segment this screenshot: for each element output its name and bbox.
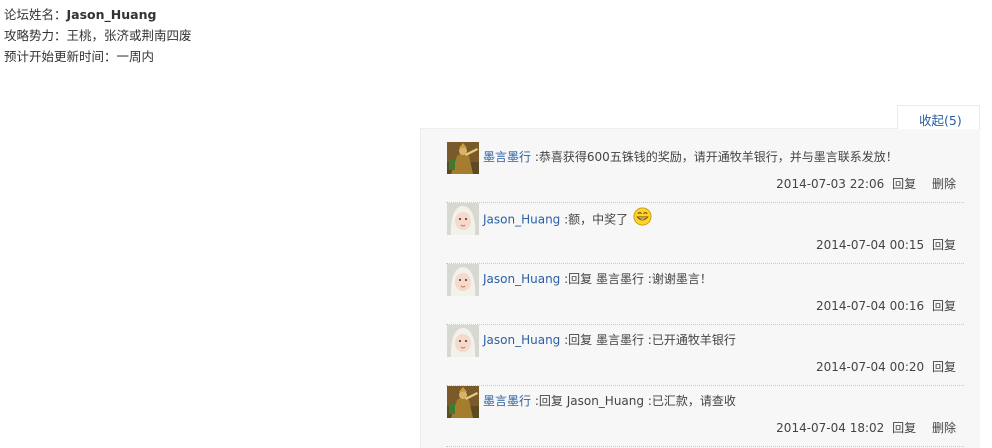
comment-meta: 2014-07-03 22:06 回复 删除 [776,175,956,192]
collapse-comments-link[interactable]: 收起(5) [919,110,962,129]
comment-username-link[interactable]: 墨言墨行 [483,394,531,408]
comments-panel: 墨言墨行 :恭喜获得600五铢钱的奖励，请开通牧羊银行，并与墨言联系发放！ 20… [420,128,980,448]
comment-timestamp: 2014-07-04 18:02 [776,421,885,435]
forum-name-value: Jason_Huang [66,7,157,22]
comment-meta: 2014-07-04 00:15 回复 [816,236,956,253]
comment-item: 墨言墨行 :回复 Jason_Huang :已汇款，请查收 2014-07-04… [446,386,964,447]
comment-meta: 2014-07-04 00:16 回复 [816,297,956,314]
comment-body: :额，中奖了 [564,212,629,227]
comment-text: 墨言墨行 :回复 Jason_Huang :已汇款，请查收 [483,392,736,409]
comment-username-link[interactable]: 墨言墨行 [483,150,531,164]
comment-timestamp: 2014-07-04 00:20 [816,360,925,374]
comment-item: Jason_Huang :回复 墨言墨行 :已开通牧羊银行 2014-07-04… [446,325,964,386]
comment-username-link[interactable]: Jason_Huang [483,213,560,227]
avatar[interactable] [447,142,479,174]
reply-link[interactable]: 回复 [932,299,956,313]
comment-timestamp: 2014-07-03 22:06 [776,177,885,191]
comment-text: Jason_Huang :额，中奖了 [483,207,652,231]
delete-link[interactable]: 删除 [932,421,956,435]
post-info: 论坛姓名：Jason_Huang 攻略势力：王桃，张济或荆南四废 预计开始更新时… [4,4,192,67]
comment-body: :回复 Jason_Huang :已汇款，请查收 [534,394,736,408]
comment-username-link[interactable]: Jason_Huang [483,272,560,286]
avatar[interactable] [447,325,479,357]
update-time-line: 预计开始更新时间：一周内 [4,49,155,64]
comment-body: :回复 墨言墨行 :谢谢墨言！ [564,272,712,286]
comment-timestamp: 2014-07-04 00:16 [816,299,925,313]
avatar[interactable] [447,264,479,296]
comment-text: Jason_Huang :回复 墨言墨行 :已开通牧羊银行 [483,331,736,348]
comment-item: Jason_Huang :额，中奖了 2014-07-04 00:15 回复 [446,203,964,264]
comment-body: :恭喜获得600五铢钱的奖励，请开通牧羊银行，并与墨言联系发放！ [534,150,898,164]
delete-link[interactable]: 删除 [932,177,956,191]
reply-link[interactable]: 回复 [892,177,916,191]
reply-link[interactable]: 回复 [932,360,956,374]
strategy-force-line: 攻略势力：王桃，张济或荆南四废 [4,28,192,43]
reply-link[interactable]: 回复 [892,421,916,435]
comment-item: Jason_Huang :回复 墨言墨行 :谢谢墨言！ 2014-07-04 0… [446,264,964,325]
comment-username-link[interactable]: Jason_Huang [483,333,560,347]
avatar[interactable] [447,386,479,418]
comment-timestamp: 2014-07-04 00:15 [816,238,925,252]
reply-link[interactable]: 回复 [932,238,956,252]
grin-emoji-icon [633,207,652,229]
comment-meta: 2014-07-04 18:02 回复 删除 [776,419,956,436]
comment-item: 墨言墨行 :恭喜获得600五铢钱的奖励，请开通牧羊银行，并与墨言联系发放！ 20… [446,142,964,203]
forum-name-label: 论坛姓名： [4,7,67,22]
comment-meta: 2014-07-04 00:20 回复 [816,358,956,375]
comment-body: :回复 墨言墨行 :已开通牧羊银行 [564,333,736,347]
forum-name-line: 论坛姓名：Jason_Huang [4,4,192,25]
comment-text: 墨言墨行 :恭喜获得600五铢钱的奖励，请开通牧羊银行，并与墨言联系发放！ [483,148,898,165]
avatar[interactable] [447,203,479,235]
comment-text: Jason_Huang :回复 墨言墨行 :谢谢墨言！ [483,270,712,287]
